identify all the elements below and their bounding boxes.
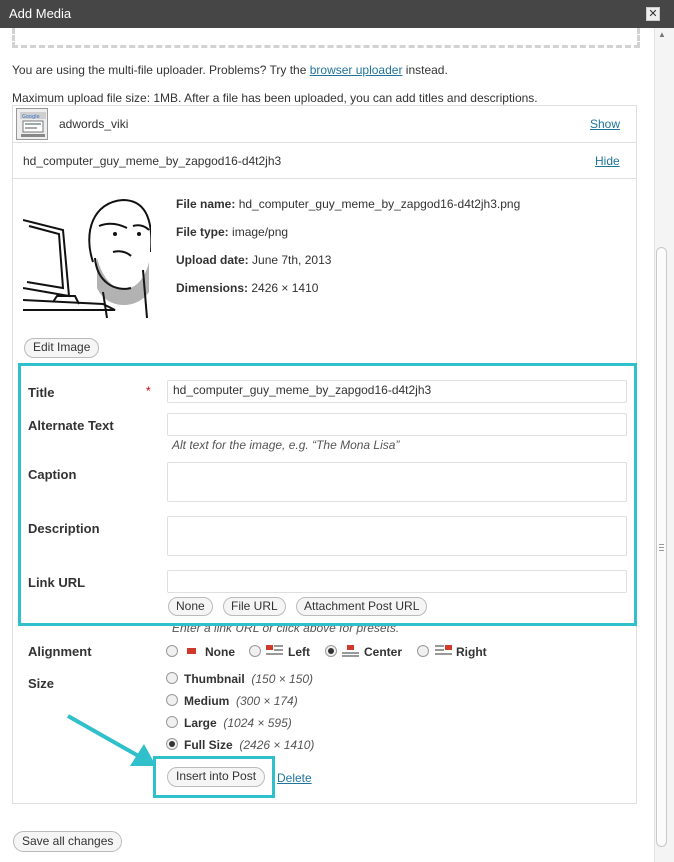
dimensions-row: Dimensions: 2426 × 1410 [176,281,319,295]
size-thumbnail-label: Thumbnail (150 × 150) [184,672,314,686]
align-right-icon [435,645,452,657]
size-label: Size [28,676,55,691]
size-full-label: Full Size (2426 × 1410) [184,738,315,752]
item-filename: hd_computer_guy_meme_by_zapgod16-d4t2jh3 [23,154,282,168]
save-all-changes-button[interactable]: Save all changes [13,831,123,852]
size-large-radio[interactable] [166,716,178,728]
size-thumbnail-radio[interactable] [166,672,178,684]
alignment-label: Alignment [28,644,92,659]
align-center-icon [342,645,359,657]
browser-uploader-link[interactable]: browser uploader [310,63,403,77]
align-center-radio[interactable] [325,645,337,657]
align-left-label: Left [288,645,310,659]
arrow-annotation [67,714,156,766]
item-thumbnail: Google [16,108,48,140]
align-none-label: None [205,645,235,659]
scroll-up-icon[interactable]: ▲ [656,30,668,40]
align-right-radio[interactable] [417,645,429,657]
divider [13,178,636,179]
align-left-radio[interactable] [249,645,261,657]
file-type-value: image/png [232,225,289,239]
align-none-icon [183,645,200,657]
align-center-label: Center [364,645,403,659]
svg-text:Google: Google [22,114,40,120]
drop-area[interactable] [12,28,640,48]
scrollbar-grip [659,544,664,552]
uploader-notice: You are using the multi-file uploader. P… [12,63,448,77]
file-type-row: File type: image/png [176,225,289,239]
align-none-radio[interactable] [166,645,178,657]
highlight-box [18,363,637,626]
title-bar: Add Media [0,0,674,28]
divider [13,142,636,143]
upload-date-value: June 7th, 2013 [252,253,332,267]
file-name-value: hd_computer_guy_meme_by_zapgod16-d4t2jh3… [238,197,521,211]
size-full-radio[interactable] [166,738,178,750]
size-medium-label: Medium (300 × 174) [184,694,298,708]
align-left-icon [266,645,283,657]
max-upload-text: Maximum upload file size: 1MB. After a f… [12,91,538,105]
close-icon[interactable]: ✕ [646,7,660,21]
delete-link[interactable]: Delete [277,771,312,785]
edit-image-button[interactable]: Edit Image [24,338,100,358]
hide-toggle-link[interactable]: Hide [595,154,620,168]
size-medium-radio[interactable] [166,694,178,706]
align-right-label: Right [456,645,487,659]
show-toggle-link[interactable]: Show [590,117,620,131]
item-filename: adwords_viki [59,117,129,131]
upload-date-row: Upload date: June 7th, 2013 [176,253,332,267]
file-name-row: File name: hd_computer_guy_meme_by_zapgo… [176,197,521,211]
size-large-label: Large (1024 × 595) [184,716,292,730]
insert-highlight-box [153,756,275,798]
dimensions-value: 2426 × 1410 [251,281,319,295]
image-thumbnail [23,192,151,318]
window-title: Add Media [9,6,72,21]
